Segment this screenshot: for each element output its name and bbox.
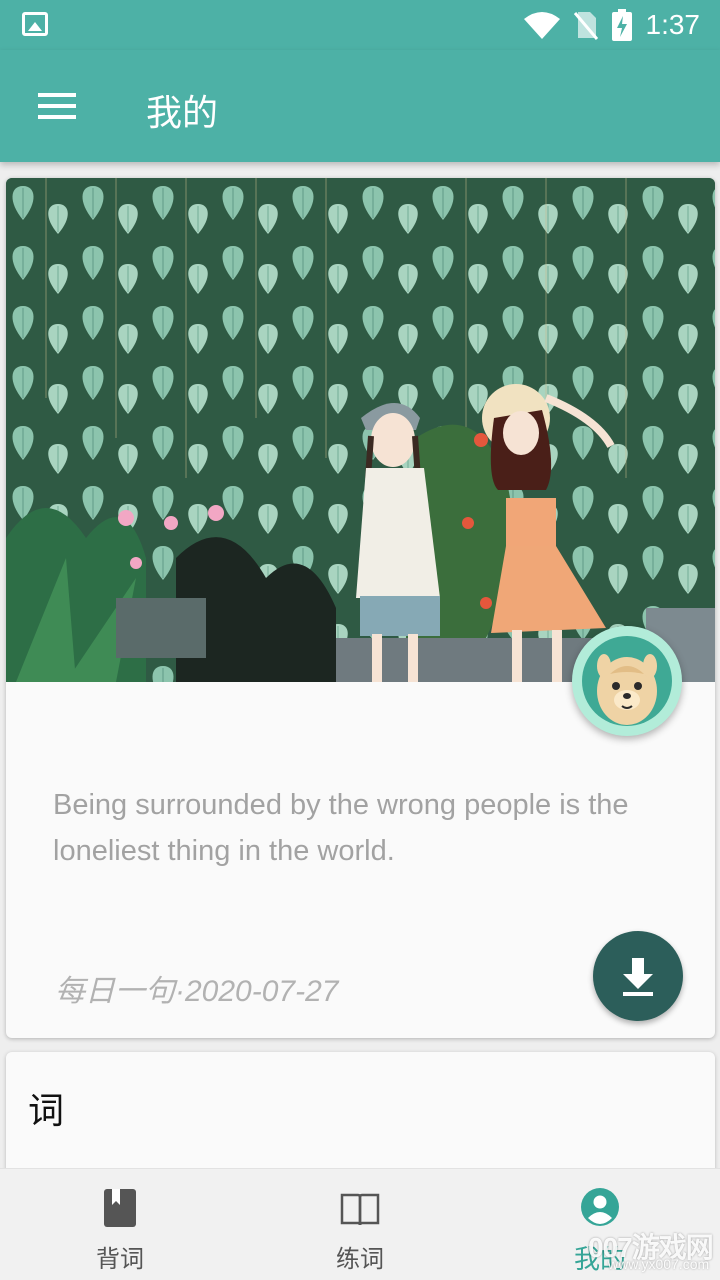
nav-label-memorize: 背词 — [96, 1245, 144, 1273]
illustration-two-girls-leaves-icon — [6, 178, 715, 682]
page-title: 我的 — [146, 93, 219, 134]
avatar[interactable] — [572, 626, 682, 736]
daily-quote-date: 每日一句·2020-07-27 — [55, 975, 339, 1008]
watermark-sub: www.yx007.com — [608, 1256, 710, 1272]
image-notification-icon — [22, 12, 48, 36]
nav-label-practice: 练词 — [336, 1245, 384, 1273]
daily-quote-text: Being surrounded by the wrong people is … — [53, 789, 629, 867]
alpaca-avatar-icon — [582, 636, 672, 726]
nav-item-memorize[interactable]: 背词 — [0, 1169, 240, 1280]
nav-item-practice[interactable]: 练词 — [240, 1169, 480, 1280]
download-icon — [623, 958, 653, 996]
status-time: 1:37 — [645, 9, 701, 40]
no-sim-icon — [573, 12, 598, 40]
status-icons: 1:37 — [523, 8, 701, 42]
daily-quote-card: Being surrounded by the wrong people is … — [6, 178, 715, 1038]
download-button[interactable] — [593, 931, 683, 1021]
menu-icon[interactable] — [38, 93, 76, 119]
profile-icon — [581, 1188, 619, 1226]
book-icon — [104, 1189, 136, 1227]
wifi-icon — [523, 12, 560, 39]
app-bar: 我的 — [0, 50, 720, 162]
word-card-title: 词 — [28, 1091, 65, 1132]
open-book-icon — [340, 1193, 380, 1226]
watermark: 007游戏网 www.yx007.com — [588, 1226, 714, 1272]
status-bar: 1:37 — [0, 0, 720, 50]
battery-charging-icon — [611, 9, 632, 41]
illustration-image — [6, 178, 715, 682]
